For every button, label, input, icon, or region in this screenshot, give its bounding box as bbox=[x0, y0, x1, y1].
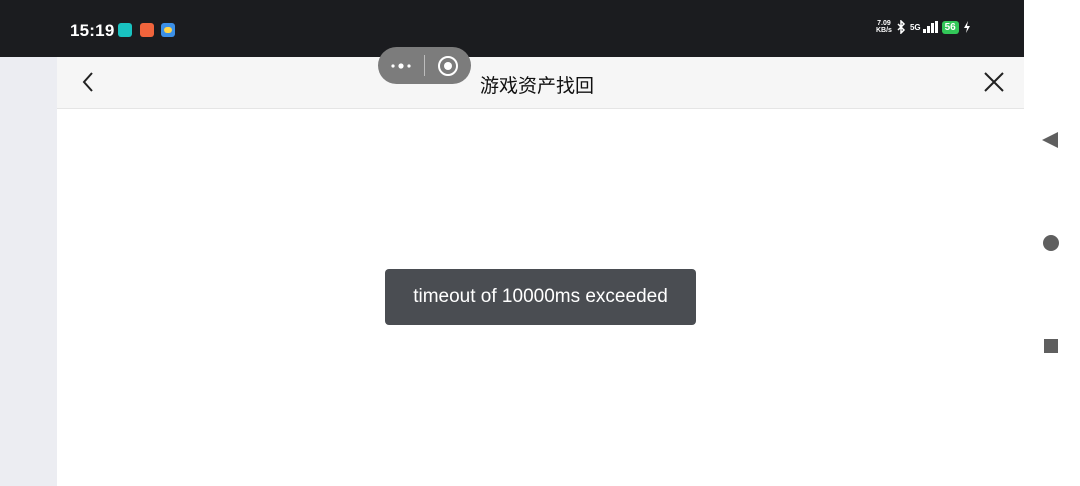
net-speed-unit: KB/s bbox=[876, 27, 892, 34]
weather-app-icon bbox=[161, 23, 175, 37]
close-icon bbox=[984, 72, 1004, 92]
red-app-icon bbox=[140, 23, 154, 37]
battery-indicator: 56 bbox=[941, 20, 959, 34]
nav-back-triangle-icon[interactable] bbox=[1040, 130, 1060, 150]
miniprogram-capsule bbox=[378, 47, 471, 84]
error-toast: timeout of 10000ms exceeded bbox=[385, 269, 696, 325]
net-speed-value: 7.09 bbox=[877, 20, 891, 27]
signal-icon bbox=[922, 21, 938, 33]
navigation-bar: 游戏资产找回 bbox=[57, 57, 1024, 109]
target-circle-icon bbox=[438, 55, 458, 76]
status-bar: 15:19 7.09 KB/s 5G 56 bbox=[0, 0, 1024, 57]
nav-recents-square-icon[interactable] bbox=[1040, 336, 1060, 356]
more-options-button[interactable] bbox=[378, 47, 424, 84]
close-button[interactable] bbox=[982, 70, 1006, 94]
status-time: 15:19 bbox=[70, 21, 115, 40]
toast-message: timeout of 10000ms exceeded bbox=[413, 286, 668, 307]
chevron-left-icon bbox=[82, 72, 93, 92]
status-indicators: 7.09 KB/s 5G 56 bbox=[876, 20, 971, 34]
network-type: 5G bbox=[909, 22, 921, 32]
charging-icon bbox=[963, 21, 970, 33]
bluetooth-icon bbox=[897, 20, 906, 34]
taptap-app-icon bbox=[118, 23, 132, 37]
more-dots-icon bbox=[391, 62, 411, 69]
nav-home-circle-icon[interactable] bbox=[1040, 233, 1060, 253]
exit-miniprogram-button[interactable] bbox=[425, 47, 471, 84]
page-title: 游戏资产找回 bbox=[480, 76, 595, 97]
back-button[interactable] bbox=[77, 70, 101, 94]
network-speed: 7.09 KB/s bbox=[876, 20, 892, 34]
left-gutter bbox=[0, 57, 57, 486]
